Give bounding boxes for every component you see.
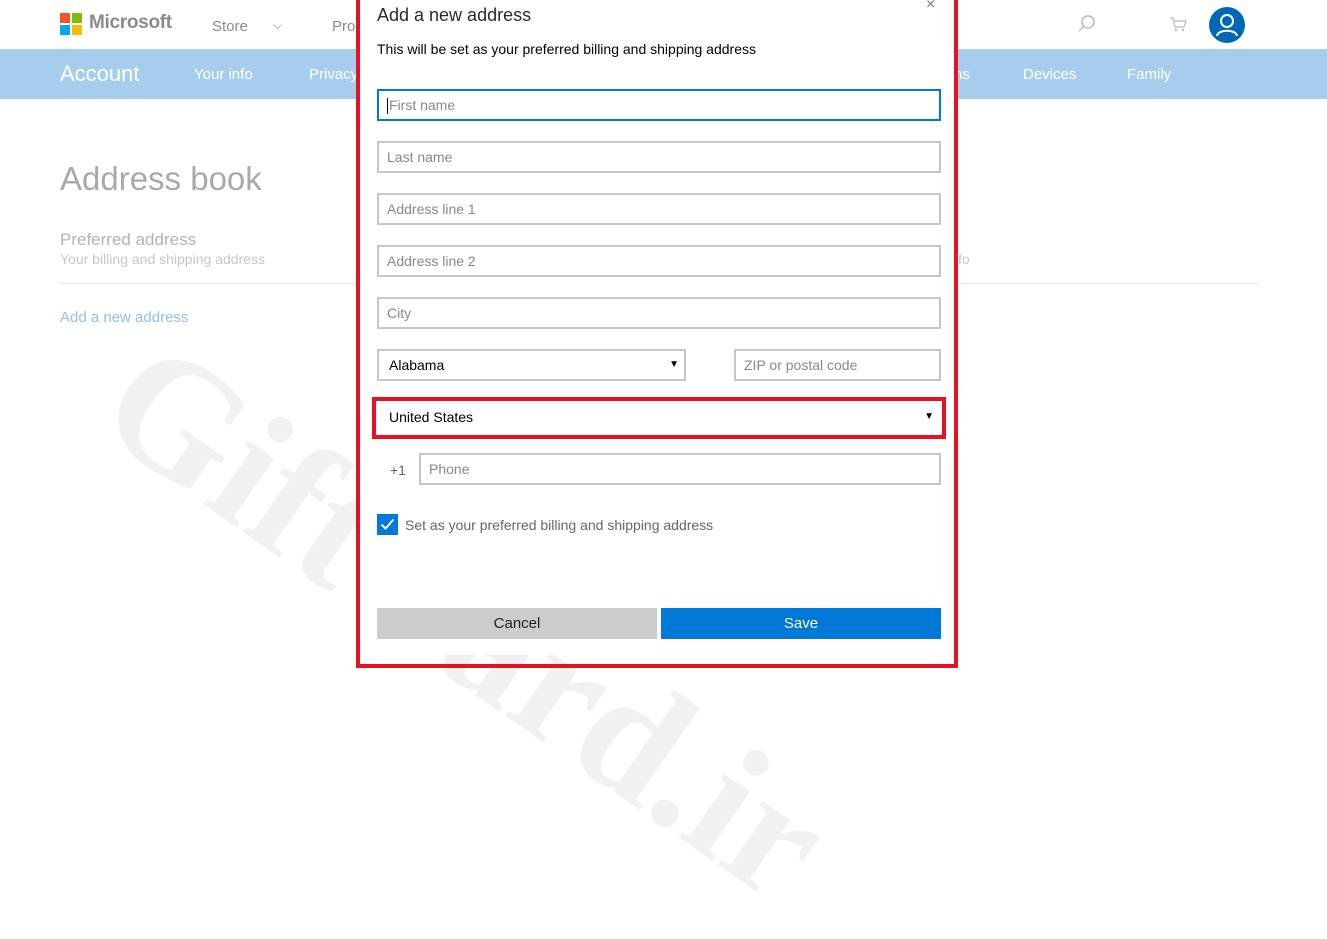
phone-placeholder: Phone [429,461,470,477]
cart-icon[interactable] [1168,14,1188,34]
preferred-address-checkbox-label[interactable]: Set as your preferred billing and shippi… [405,517,713,533]
preferred-address-subtitle: Your billing and shipping address [60,251,265,267]
country-selected-value: United States [389,409,474,425]
state-selected-value: Alabama [389,357,445,373]
zip-input[interactable]: ZIP or postal code [734,349,941,381]
first-name-placeholder: First name [389,97,456,113]
user-icon [1216,14,1238,37]
address-line-1-input[interactable]: Address line 1 [377,193,941,225]
chevron-down-icon[interactable]: ⌵ [273,18,282,33]
checkmark-icon [380,518,395,530]
last-name-input[interactable]: Last name [377,141,941,173]
state-select[interactable]: Alabama ▼ [377,349,686,381]
preferred-address-label: Preferred address [60,230,197,249]
preferred-address-info-fragment: fo [958,251,970,267]
dropdown-arrow-icon: ▼ [924,411,934,422]
nav-products[interactable]: Pro [332,18,355,35]
brand-name[interactable]: Microsoft [89,12,172,34]
address-line-1-placeholder: Address line 1 [387,201,476,217]
preferred-address-checkbox[interactable] [377,514,398,535]
dropdown-arrow-icon: ▼ [669,359,679,370]
save-button[interactable]: Save [661,608,941,639]
country-select[interactable]: United States ▼ [377,401,941,433]
account-title[interactable]: Account [60,61,140,87]
last-name-placeholder: Last name [387,149,453,165]
user-avatar[interactable] [1209,7,1245,43]
add-new-address-link[interactable]: Add a new address [60,309,188,326]
page-title: Address book [60,160,262,197]
zip-placeholder: ZIP or postal code [744,357,858,373]
text-caret [387,98,388,115]
cancel-button[interactable]: Cancel [377,608,657,639]
address-line-2-input[interactable]: Address line 2 [377,245,941,277]
dialog-subtitle: This will be set as your preferred billi… [377,41,756,57]
nav-store[interactable]: Store [212,18,248,35]
phone-prefix: +1 [390,462,406,478]
search-icon[interactable] [1077,14,1097,34]
address-line-2-placeholder: Address line 2 [387,253,476,269]
microsoft-logo[interactable] [60,13,82,35]
nav-devices[interactable]: Devices [1023,66,1076,83]
nav-family[interactable]: Family [1127,66,1171,83]
city-input[interactable]: City [377,297,941,329]
nav-your-info[interactable]: Your info [194,66,253,83]
first-name-input[interactable]: First name [377,89,941,121]
phone-input[interactable]: Phone [419,453,941,485]
dialog-title: Add a new address [377,5,532,25]
city-placeholder: City [387,305,412,321]
nav-privacy[interactable]: Privacy [309,66,358,83]
close-icon[interactable]: × [926,0,935,14]
